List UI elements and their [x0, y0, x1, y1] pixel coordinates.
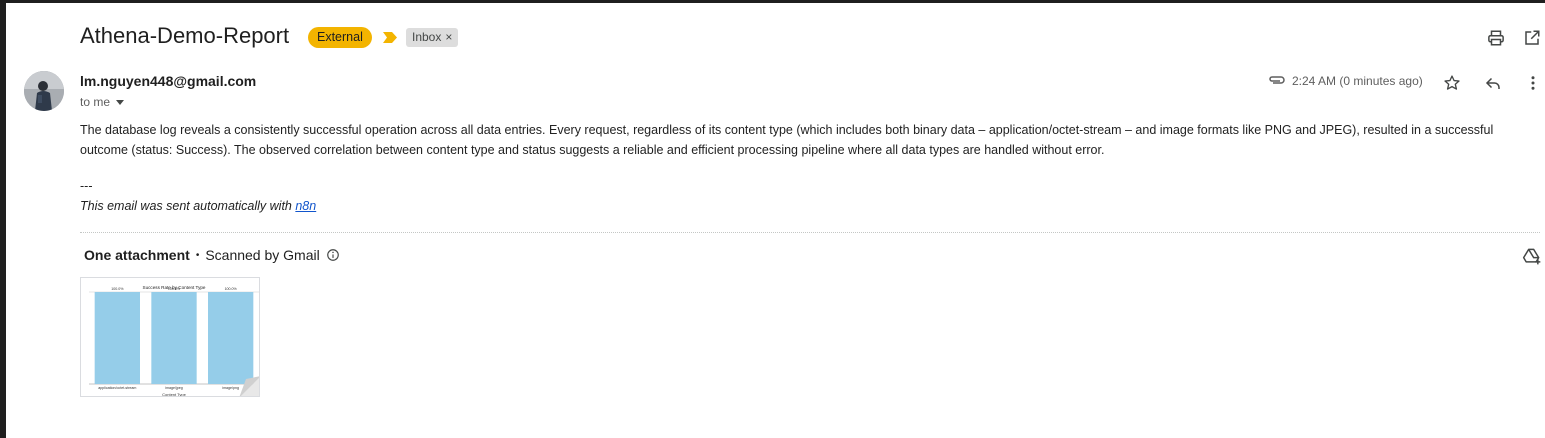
external-label: External	[308, 27, 372, 48]
signature-separator: ---	[80, 179, 93, 193]
attachment-header: One attachment • Scanned by Gmail	[84, 247, 340, 263]
inbox-label: Inbox ×	[406, 28, 459, 47]
add-to-drive-icon[interactable]	[1520, 244, 1544, 268]
recipient-details[interactable]: to me	[80, 95, 125, 109]
recipient-text: to me	[80, 95, 111, 109]
paperclip-icon	[1269, 76, 1285, 84]
open-new-window-icon[interactable]	[1520, 26, 1544, 50]
attachment-divider	[80, 232, 1540, 233]
remove-label-icon[interactable]: ×	[445, 30, 452, 44]
reply-icon[interactable]	[1481, 71, 1505, 95]
chart-title: Success Rate by Content Type	[143, 285, 206, 290]
more-vert-icon[interactable]	[1521, 71, 1545, 95]
email-view: Athena-Demo-Report External Inbox × lm.ng…	[6, 3, 1545, 438]
attachment-thumbnail[interactable]: 100.0% application/octet-stream 100.0% imag…	[80, 277, 260, 397]
chart-bar	[151, 292, 197, 384]
chart-tick-label: image/png	[222, 386, 239, 390]
sender-address: lm.nguyen448@gmail.com	[80, 73, 257, 89]
timestamp: 2:24 AM (0 minutes ago)	[1292, 74, 1423, 88]
chart-bar	[94, 292, 140, 384]
inbox-label-text: Inbox	[412, 30, 442, 44]
signature-text: This email was sent automatically with	[80, 199, 296, 213]
bullet-separator: •	[195, 249, 200, 261]
signature: This email was sent automatically with n…	[80, 199, 316, 213]
email-body: The database log reveals a consistently …	[80, 123, 1494, 157]
chart-data-label: 100.0%	[111, 287, 124, 291]
chart-data-label: 100.0%	[225, 287, 238, 291]
info-icon[interactable]	[326, 248, 340, 262]
chart-x-axis-label: Content Type	[162, 392, 186, 397]
scanned-by-gmail: Scanned by Gmail	[205, 247, 320, 263]
chart-bar	[208, 292, 254, 384]
chevron-down-icon[interactable]	[116, 99, 125, 105]
email-subject: Athena-Demo-Report	[80, 23, 290, 48]
star-icon[interactable]	[1440, 71, 1464, 95]
chart-tick-label: application/octet-stream	[98, 386, 136, 390]
success-rate-chart: 100.0% application/octet-stream 100.0% imag…	[89, 285, 259, 397]
attachment-count: One attachment	[84, 247, 190, 263]
chart-tick-label: image/jpeg	[165, 386, 183, 390]
importance-marker-icon[interactable]	[383, 32, 397, 43]
avatar[interactable]	[24, 71, 64, 111]
n8n-link[interactable]: n8n	[295, 199, 316, 213]
print-icon[interactable]	[1484, 26, 1508, 50]
